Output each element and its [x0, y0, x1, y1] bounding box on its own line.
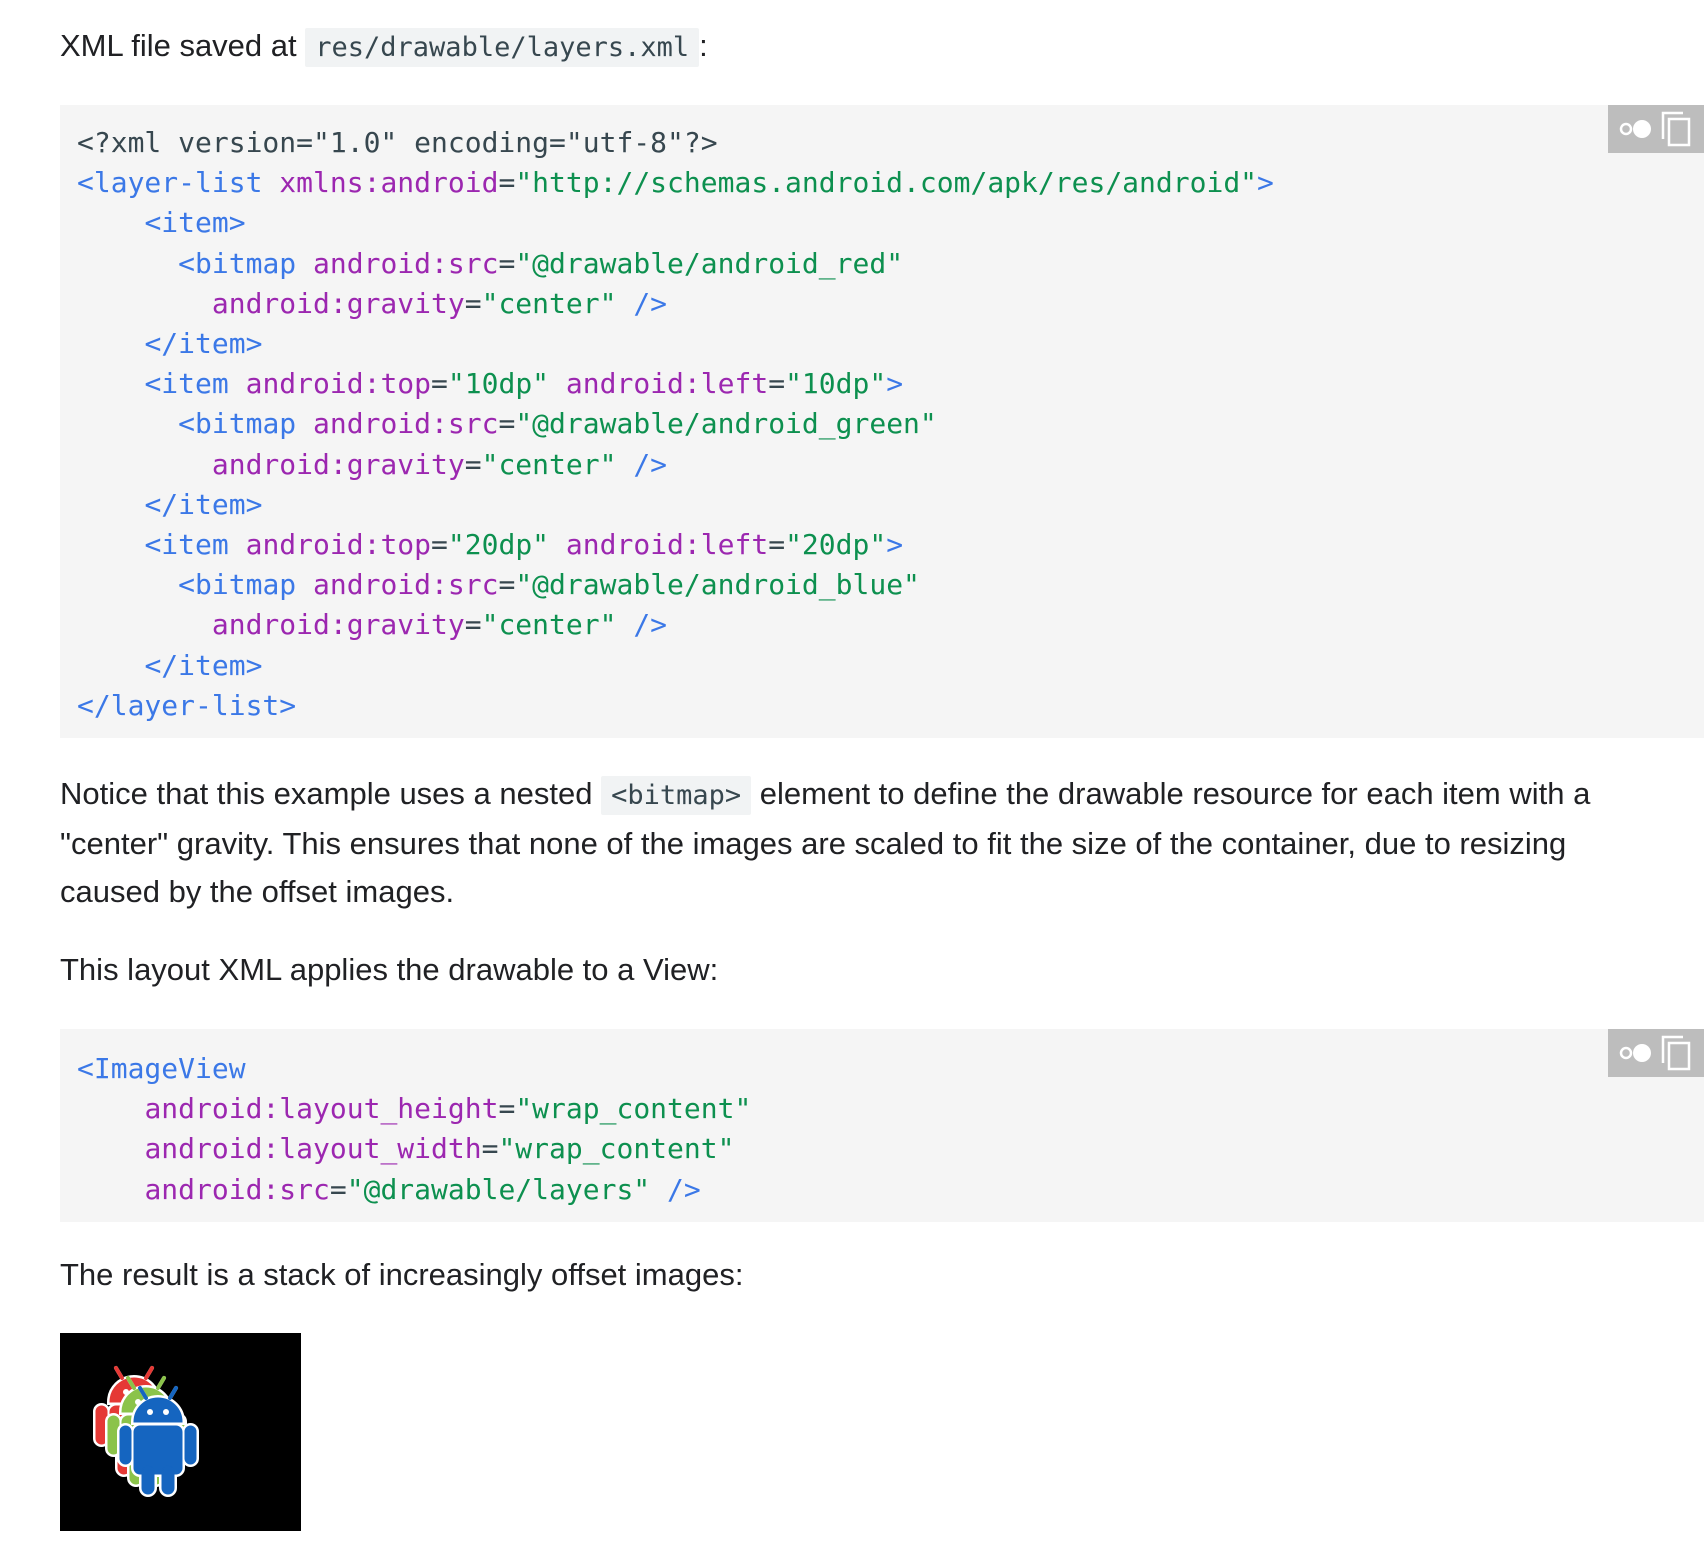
code-line: android:layout_height="wrap_content": [144, 1092, 752, 1126]
code-toolbar: [1608, 1029, 1704, 1077]
code-line: android:layout_width="wrap_content": [144, 1132, 735, 1166]
code-line: android:gravity="center" />: [211, 447, 668, 481]
copy-button[interactable]: [1656, 105, 1696, 153]
copy-icon: [1661, 111, 1691, 147]
layers-code-block: <?xml version="1.0" encoding="utf-8"?> <…: [60, 105, 1704, 738]
copy-button[interactable]: [1656, 1029, 1696, 1077]
stacked-android-robots-image: [60, 1333, 301, 1531]
code-line: <item>: [144, 206, 246, 240]
code-line: </item>: [144, 648, 263, 682]
result-paragraph: The result is a stack of increasingly of…: [60, 1257, 744, 1292]
code-line: android:gravity="center" />: [211, 608, 668, 642]
code-line: <ImageView: [77, 1052, 246, 1085]
layout-intro-paragraph: This layout XML applies the drawable to …: [60, 952, 719, 987]
intro-text: XML file saved at: [60, 28, 297, 63]
theme-toggle-button[interactable]: [1616, 1029, 1656, 1077]
imageview-code-block: <ImageView android:layout_height="wrap_c…: [60, 1029, 1704, 1222]
code-line: <bitmap android:src="@drawable/android_b…: [178, 568, 920, 602]
code-line: </item>: [144, 487, 263, 521]
notice-text-before: Notice that this example uses a nested: [60, 776, 593, 811]
theme-toggle-icon: [1619, 120, 1651, 138]
code-line: <bitmap android:src="@drawable/android_r…: [178, 246, 904, 280]
code-line: <?xml version="1.0" encoding="utf-8"?>: [77, 126, 718, 159]
code-line: <layer-list xmlns:android="http://schema…: [77, 166, 1274, 200]
copy-icon: [1661, 1035, 1691, 1071]
notice-paragraph: Notice that this example uses a nested <…: [60, 770, 1660, 916]
theme-toggle-icon: [1619, 1044, 1651, 1062]
code-line: <item android:top="20dp" android:left="2…: [144, 528, 904, 562]
bitmap-element-code: <bitmap>: [601, 776, 752, 815]
layers-code: <?xml version="1.0" encoding="utf-8"?> <…: [60, 105, 1704, 726]
code-line: android:gravity="center" />: [211, 286, 668, 320]
theme-toggle-button[interactable]: [1616, 105, 1656, 153]
file-path-code: res/drawable/layers.xml: [305, 28, 700, 67]
code-line: android:src="@drawable/layers" />: [144, 1172, 701, 1206]
code-toolbar: [1608, 105, 1704, 153]
intro-paragraph: XML file saved at res/drawable/layers.xm…: [60, 22, 708, 72]
code-line: </item>: [144, 327, 263, 361]
imageview-code: <ImageView android:layout_height="wrap_c…: [60, 1029, 1704, 1210]
code-line: </layer-list>: [77, 688, 297, 722]
code-line: <bitmap android:src="@drawable/android_g…: [178, 407, 937, 441]
code-line: <item android:top="10dp" android:left="1…: [144, 367, 904, 401]
layered-android-result-image: [60, 1333, 301, 1531]
intro-colon: :: [699, 28, 708, 63]
